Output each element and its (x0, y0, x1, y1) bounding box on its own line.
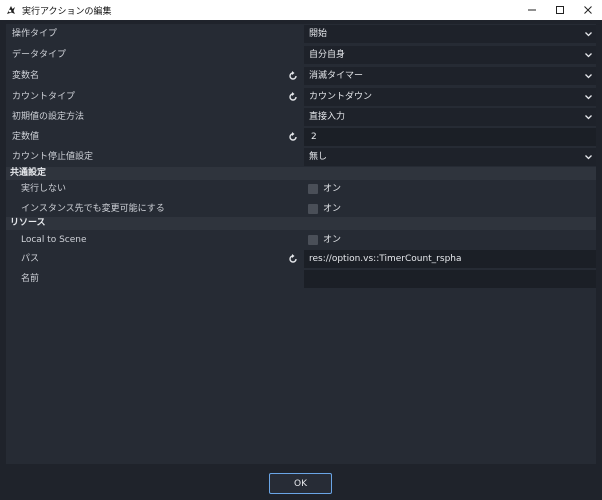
constant-value-input[interactable]: 2 (304, 128, 596, 146)
property-label: インスタンス先でも変更可能にする (21, 204, 165, 214)
maximize-icon (556, 6, 564, 14)
select-value: 自分自身 (309, 50, 346, 60)
property-row-path: パス res://option.vs::TimerCount_rspha (6, 249, 596, 269)
property-row-operation-type: 操作タイプ 開始 (6, 24, 596, 44)
property-row-editable-in-instance: インスタンス先でも変更可能にする オン (6, 199, 596, 219)
resource-name-input[interactable] (304, 270, 596, 288)
section-title: リソース (10, 218, 46, 228)
do-not-execute-checkbox[interactable]: オン (304, 180, 596, 198)
variable-name-select[interactable]: 消滅タイマー (304, 67, 596, 85)
section-header-resource[interactable]: リソース (6, 217, 596, 230)
chevron-down-icon (585, 115, 592, 120)
ok-button[interactable]: OK (269, 473, 332, 494)
chevron-down-icon (585, 95, 592, 100)
property-row-do-not-execute: 実行しない オン (6, 179, 596, 199)
reset-icon[interactable] (287, 253, 299, 265)
property-row-constant-value: 定数値 2 (6, 127, 596, 147)
property-row-data-type: データタイプ 自分自身 (6, 45, 596, 65)
chevron-down-icon (585, 74, 592, 79)
reset-icon[interactable] (287, 131, 299, 143)
property-row-variable-name: 変数名 消滅タイマー (6, 66, 596, 86)
maximize-button[interactable] (546, 0, 574, 20)
editable-in-instance-checkbox[interactable]: オン (304, 200, 596, 218)
minimize-button[interactable] (518, 0, 546, 20)
property-label: 操作タイプ (12, 29, 58, 39)
count-type-select[interactable]: カウントダウン (304, 88, 596, 106)
close-icon (584, 6, 592, 14)
minimize-icon (528, 9, 536, 11)
input-value: res://option.vs::TimerCount_rspha (309, 254, 462, 264)
input-value: 2 (311, 132, 317, 142)
property-label: カウント停止値設定 (12, 152, 94, 162)
select-value: 開始 (309, 29, 328, 39)
reset-icon[interactable] (287, 70, 299, 82)
checkbox-label: オン (323, 184, 342, 194)
select-value: 消滅タイマー (309, 71, 364, 81)
chevron-down-icon (585, 155, 592, 160)
select-value: 直接入力 (309, 112, 346, 122)
property-label: パス (21, 254, 40, 264)
property-label: 変数名 (12, 71, 40, 81)
window-title: 実行アクションの編集 (22, 6, 112, 17)
chevron-down-icon (585, 32, 592, 37)
chevron-down-icon (585, 53, 592, 58)
property-label: Local to Scene (21, 235, 87, 245)
property-label: 実行しない (21, 184, 67, 194)
property-row-initial-value-method: 初期値の設定方法 直接入力 (6, 107, 596, 127)
data-type-select[interactable]: 自分自身 (304, 46, 596, 64)
property-label: 名前 (21, 274, 40, 284)
select-value: 無し (309, 152, 328, 162)
property-label: 定数値 (12, 132, 40, 142)
window-titlebar: 実行アクションの編集 (0, 0, 602, 20)
checkbox-label: オン (323, 235, 342, 245)
property-label: カウントタイプ (12, 92, 76, 102)
property-row-name: 名前 (6, 269, 596, 289)
reset-icon[interactable] (287, 91, 299, 103)
property-row-count-type: カウントタイプ カウントダウン (6, 87, 596, 107)
local-to-scene-checkbox[interactable]: オン (304, 231, 596, 249)
checkbox-box (308, 184, 318, 194)
initial-value-method-select[interactable]: 直接入力 (304, 108, 596, 126)
resource-path-input[interactable]: res://option.vs::TimerCount_rspha (304, 250, 596, 268)
godot-action-icon (5, 4, 17, 16)
property-label: データタイプ (12, 50, 67, 60)
select-value: カウントダウン (309, 92, 373, 102)
inspector-panel: 操作タイプ 開始 データタイプ 自分自身 変数名 消滅タイマー カウントタイプ … (6, 24, 596, 464)
stop-value-select[interactable]: 無し (304, 148, 596, 166)
checkbox-box (308, 204, 318, 214)
checkbox-box (308, 235, 318, 245)
property-label: 初期値の設定方法 (12, 112, 85, 122)
operation-type-select[interactable]: 開始 (304, 25, 596, 43)
checkbox-label: オン (323, 204, 342, 214)
property-row-stop-value: カウント停止値設定 無し (6, 147, 596, 167)
close-button[interactable] (574, 0, 602, 20)
property-row-local-to-scene: Local to Scene オン (6, 230, 596, 250)
